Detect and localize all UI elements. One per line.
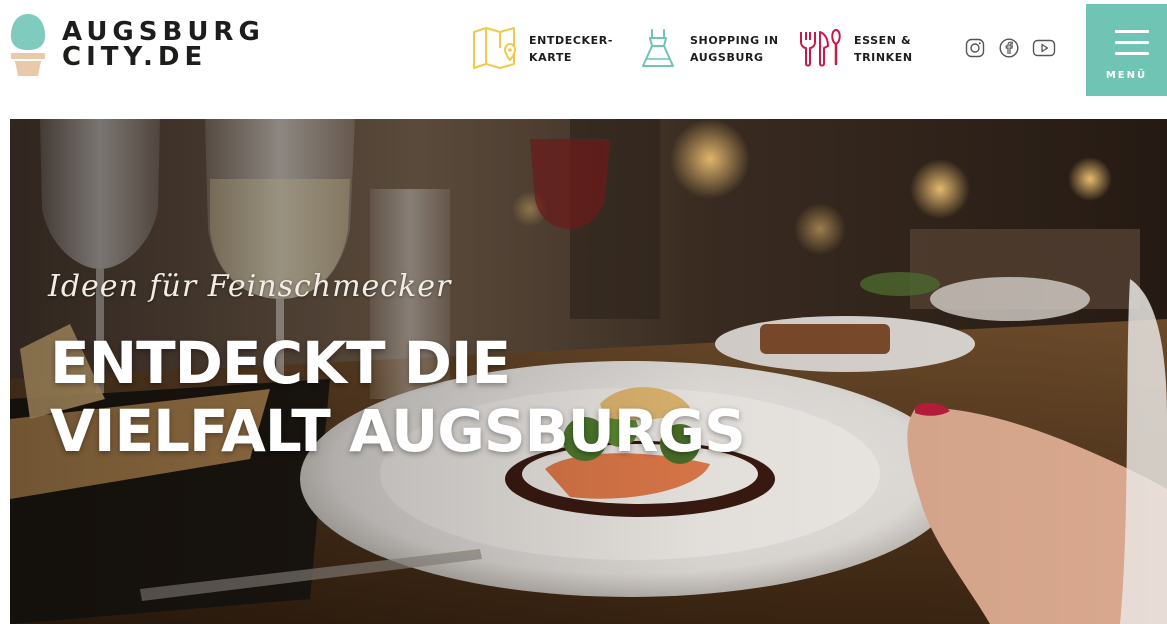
logo-line-2: CITY.DE xyxy=(62,42,208,72)
hero-title-line-1: ENTDECKT DIE xyxy=(50,329,511,397)
nav-entdeckerkarte[interactable]: ENTDECKER- KARTE xyxy=(471,26,613,72)
hero-title: ENTDECKT DIE VIELFALT AUGSBURGS xyxy=(50,329,810,465)
nav-label-line-1: SHOPPING IN xyxy=(690,34,779,47)
nav-label-line-1: ESSEN & xyxy=(854,34,912,47)
cutlery-icon xyxy=(800,28,841,67)
map-pin-icon xyxy=(473,27,517,69)
nav-label-line-2: TRINKEN xyxy=(854,51,913,64)
dress-icon xyxy=(642,29,674,67)
instagram-icon[interactable] xyxy=(965,38,985,58)
hero-tagline: Ideen für Feinschmecker xyxy=(48,269,452,304)
nav-essen-trinken-label: ESSEN & TRINKEN xyxy=(854,32,913,66)
youtube-icon[interactable] xyxy=(1032,38,1056,58)
menu-button[interactable]: MENÜ xyxy=(1086,4,1167,96)
nav-shopping[interactable]: SHOPPING IN AUGSBURG xyxy=(640,26,779,72)
site-logo[interactable]: AUGSBURG CITY.DE xyxy=(8,12,265,78)
nav-label-line-2: KARTE xyxy=(529,51,573,64)
ice-cream-logo-icon xyxy=(10,14,46,76)
hamburger-icon xyxy=(1115,30,1149,56)
hero-title-line-2: VIELFALT AUGSBURGS xyxy=(50,397,746,465)
site-header: AUGSBURG CITY.DE ENTDECKER- KARTE SHOPPI… xyxy=(0,0,1167,118)
nav-entdeckerkarte-label: ENTDECKER- KARTE xyxy=(529,32,613,66)
nav-shopping-label: SHOPPING IN AUGSBURG xyxy=(690,32,779,66)
facebook-icon[interactable] xyxy=(999,38,1019,58)
nav-label-line-1: ENTDECKER- xyxy=(529,34,614,47)
menu-label: MENÜ xyxy=(1105,70,1148,81)
hero-banner: Ideen für Feinschmecker ENTDECKT DIE VIE… xyxy=(10,119,1167,624)
nav-essen-trinken[interactable]: ESSEN & TRINKEN xyxy=(798,26,913,72)
nav-label-line-2: AUGSBURG xyxy=(690,51,764,64)
